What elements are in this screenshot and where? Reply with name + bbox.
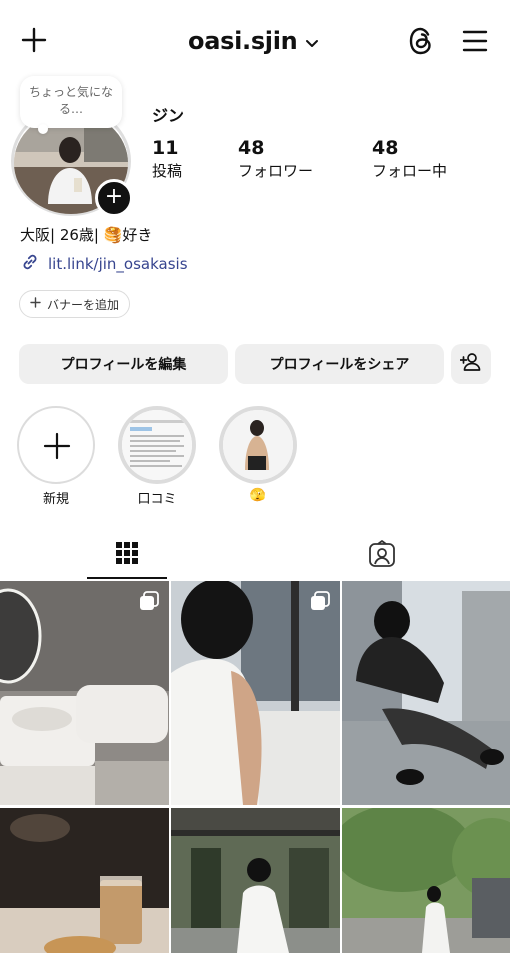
link-icon [20, 252, 40, 276]
top-bar: oasi.sjin [0, 0, 510, 80]
post-thumbnail[interactable] [171, 808, 340, 953]
add-banner-label: バナーを追加 [47, 297, 120, 312]
threads-icon[interactable] [404, 24, 438, 58]
add-story-button[interactable]: + [95, 179, 133, 217]
post-grid [0, 581, 510, 953]
edit-profile-label: プロフィールを編集 [60, 357, 187, 373]
stat-following[interactable]: 48 フォロー中 [372, 136, 447, 182]
multi-post-icon [310, 591, 330, 610]
post-thumbnail[interactable] [171, 581, 340, 805]
grid-icon[interactable] [113, 539, 141, 567]
highlight-cover [122, 410, 192, 480]
discover-people-button[interactable] [451, 344, 491, 384]
stat-number: 48 [372, 137, 399, 159]
post-thumbnail[interactable] [342, 808, 510, 953]
share-profile-label: プロフィールをシェア [269, 357, 410, 373]
post-thumbnail[interactable] [0, 808, 169, 953]
stat-label: 投稿 [152, 162, 183, 180]
add-person-icon [459, 352, 482, 376]
highlight-label: 🫣 [249, 488, 267, 503]
plus-icon [30, 297, 41, 311]
bio-link[interactable]: lit.link/jin_osakasis [20, 252, 188, 276]
post-thumbnail[interactable] [0, 581, 169, 805]
highlight-label: 口コミ [137, 492, 177, 507]
highlight-cover [223, 410, 293, 480]
stat-label: フォロー中 [372, 162, 448, 180]
edit-profile-button[interactable]: プロフィールを編集 [19, 344, 228, 384]
add-banner-button[interactable]: バナーを追加 [19, 290, 131, 318]
link-text: lit.link/jin_osakasis [48, 255, 188, 273]
highlight-emoji[interactable] [219, 406, 297, 484]
username-switcher[interactable]: oasi.sjin [188, 24, 319, 58]
post-thumbnail[interactable] [342, 581, 510, 805]
plus-icon [43, 432, 71, 464]
bio-text: 大阪| 26歳| 🥞好き [20, 226, 153, 244]
stat-followers[interactable]: 48 フォロワー [238, 136, 313, 182]
note-bubble[interactable]: ちょっと気になる… [20, 76, 122, 134]
tagged-icon[interactable] [367, 539, 397, 569]
stat-posts[interactable]: 11 投稿 [152, 136, 182, 182]
username: oasi.sjin [188, 27, 298, 55]
plus-icon: + [104, 184, 124, 209]
share-profile-button[interactable]: プロフィールをシェア [235, 344, 444, 384]
chevron-down-icon [305, 27, 319, 55]
highlight-reviews[interactable] [118, 406, 196, 484]
menu-icon[interactable] [458, 24, 492, 58]
stat-number: 48 [238, 137, 265, 159]
stat-number: 11 [152, 137, 179, 159]
highlight-label: 新規 [42, 492, 69, 507]
plus-icon[interactable] [18, 24, 50, 56]
display-name: ジン [152, 106, 185, 125]
multi-post-icon [139, 591, 159, 610]
highlight-new[interactable] [17, 406, 95, 484]
active-tab-indicator [87, 577, 167, 579]
stat-label: フォロワー [238, 162, 314, 180]
